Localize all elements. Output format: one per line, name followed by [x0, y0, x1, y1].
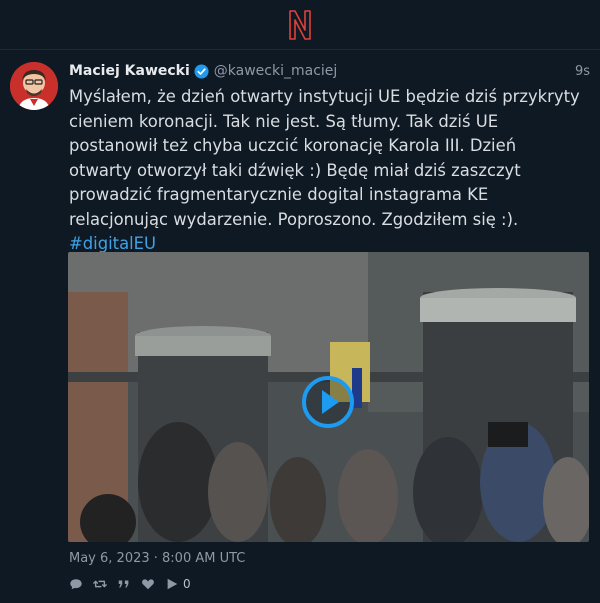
author-handle[interactable]: @kawecki_maciej — [214, 63, 338, 79]
play-count: 0 — [183, 577, 191, 591]
play-button[interactable] — [302, 376, 354, 428]
verified-icon — [194, 63, 209, 79]
hashtag-link[interactable]: #digitalEU — [69, 234, 156, 253]
play-count-icon: 0 — [165, 577, 191, 591]
video-thumbnail[interactable] — [68, 252, 589, 542]
tweet-text: Myślałem, że dzień otwarty instytucji UE… — [69, 85, 589, 257]
play-icon — [322, 390, 339, 414]
top-bar — [0, 0, 600, 50]
author-name[interactable]: Maciej Kawecki — [69, 63, 190, 79]
heart-icon[interactable] — [141, 577, 155, 591]
tweet: Maciej Kawecki @kawecki_maciej 9s Myślał… — [0, 51, 600, 603]
comment-icon[interactable] — [69, 577, 83, 591]
tweet-date[interactable]: May 6, 2023 · 8:00 AM UTC — [69, 551, 245, 566]
tweet-body: Myślałem, że dzień otwarty instytucji UE… — [69, 87, 580, 229]
quote-icon[interactable] — [117, 577, 131, 591]
tweet-time[interactable]: 9s — [575, 64, 590, 79]
tweet-header: Maciej Kawecki @kawecki_maciej 9s — [69, 61, 590, 81]
retweet-icon[interactable] — [93, 577, 107, 591]
tweet-actions: 0 — [69, 575, 191, 593]
nitter-logo[interactable] — [287, 8, 313, 42]
avatar[interactable] — [10, 62, 58, 110]
